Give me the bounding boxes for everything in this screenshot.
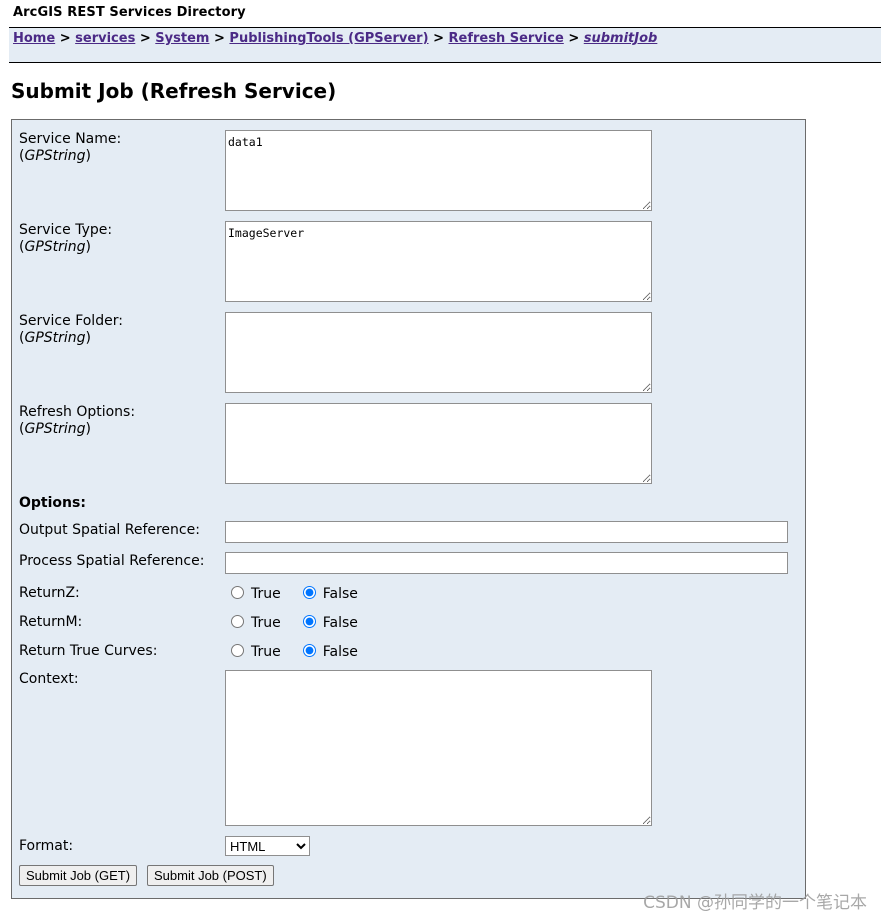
returnz-label: ReturnZ: — [19, 585, 80, 601]
return-true-curves-false-radio[interactable] — [302, 644, 316, 657]
refresh-options-field[interactable] — [225, 403, 652, 484]
process-spatial-reference-input[interactable] — [225, 552, 788, 574]
refresh-options-label-text: Refresh Options: — [19, 404, 136, 420]
breadcrumb-separator: > — [568, 31, 580, 46]
return-true-curves-radio-group: True False — [225, 643, 358, 661]
format-label: Format: — [19, 838, 74, 854]
service-name-type: (GPString) — [19, 148, 92, 164]
returnm-false-option[interactable]: False — [297, 614, 358, 632]
breadcrumb-separator: > — [213, 31, 225, 46]
refresh-options-type: (GPString) — [19, 421, 92, 437]
breadcrumb-submitjob-link[interactable]: submitJob — [584, 31, 658, 46]
service-folder-field[interactable] — [225, 312, 652, 393]
breadcrumb-separator: > — [139, 31, 151, 46]
service-folder-type: (GPString) — [19, 330, 92, 346]
context-field[interactable] — [225, 670, 652, 826]
service-name-label-text: Service Name: — [19, 131, 122, 147]
returnm-true-option[interactable]: True — [225, 614, 281, 632]
return-true-curves-false-option[interactable]: False — [297, 643, 358, 661]
page-title: Submit Job (Refresh Service) — [11, 79, 337, 103]
breadcrumb-refresh-service-link[interactable]: Refresh Service — [449, 31, 564, 46]
returnm-label: ReturnM: — [19, 614, 83, 630]
breadcrumb-separator: > — [433, 31, 444, 46]
breadcrumb-separator: > — [59, 31, 71, 46]
submit-job-form: Service Name: (GPString) data1 Service T… — [11, 119, 806, 899]
csdn-watermark: CSDN @孙同学的一个笔记本 — [643, 893, 867, 913]
options-heading: Options: — [19, 495, 86, 511]
returnm-radio-group: True False — [225, 614, 358, 632]
output-spatial-reference-label: Output Spatial Reference: — [19, 522, 200, 538]
breadcrumb-system-link[interactable]: System — [155, 31, 209, 46]
service-type-type: (GPString) — [19, 239, 92, 255]
returnz-true-option[interactable]: True — [225, 585, 281, 603]
return-true-curves-true-option[interactable]: True — [225, 643, 281, 661]
returnz-false-option[interactable]: False — [297, 585, 358, 603]
breadcrumb-publishingtools-link[interactable]: PublishingTools (GPServer) — [229, 31, 428, 46]
breadcrumb-services-link[interactable]: services — [75, 31, 135, 46]
service-type-field[interactable]: ImageServer — [225, 221, 652, 302]
refresh-options-label: Refresh Options: (GPString) — [19, 404, 135, 438]
service-type-label: Service Type: (GPString) — [19, 222, 112, 256]
returnz-false-radio[interactable] — [302, 586, 316, 599]
service-name-field[interactable]: data1 — [225, 130, 652, 211]
output-spatial-reference-input[interactable] — [225, 521, 788, 543]
context-label: Context: — [19, 671, 79, 687]
format-select[interactable]: HTML — [225, 836, 310, 856]
return-true-curves-true-radio[interactable] — [231, 644, 244, 657]
returnm-true-radio[interactable] — [231, 615, 244, 628]
submit-job-post-button[interactable]: Submit Job (POST) — [147, 865, 274, 886]
returnz-true-radio[interactable] — [231, 586, 244, 599]
process-spatial-reference-label: Process Spatial Reference: — [19, 553, 205, 569]
submit-job-get-button[interactable]: Submit Job (GET) — [19, 865, 138, 886]
service-folder-label-text: Service Folder: — [19, 313, 123, 329]
service-type-label-text: Service Type: — [19, 222, 113, 238]
service-folder-label: Service Folder: (GPString) — [19, 313, 123, 347]
return-true-curves-label: Return True Curves: — [19, 643, 158, 659]
breadcrumb-home-link[interactable]: Home — [13, 31, 55, 46]
returnz-radio-group: True False — [225, 585, 358, 603]
service-name-label: Service Name: (GPString) — [19, 131, 121, 165]
returnm-false-radio[interactable] — [302, 615, 316, 628]
breadcrumb: Home > services > System > PublishingToo… — [9, 27, 881, 63]
directory-title: ArcGIS REST Services Directory — [13, 5, 246, 20]
